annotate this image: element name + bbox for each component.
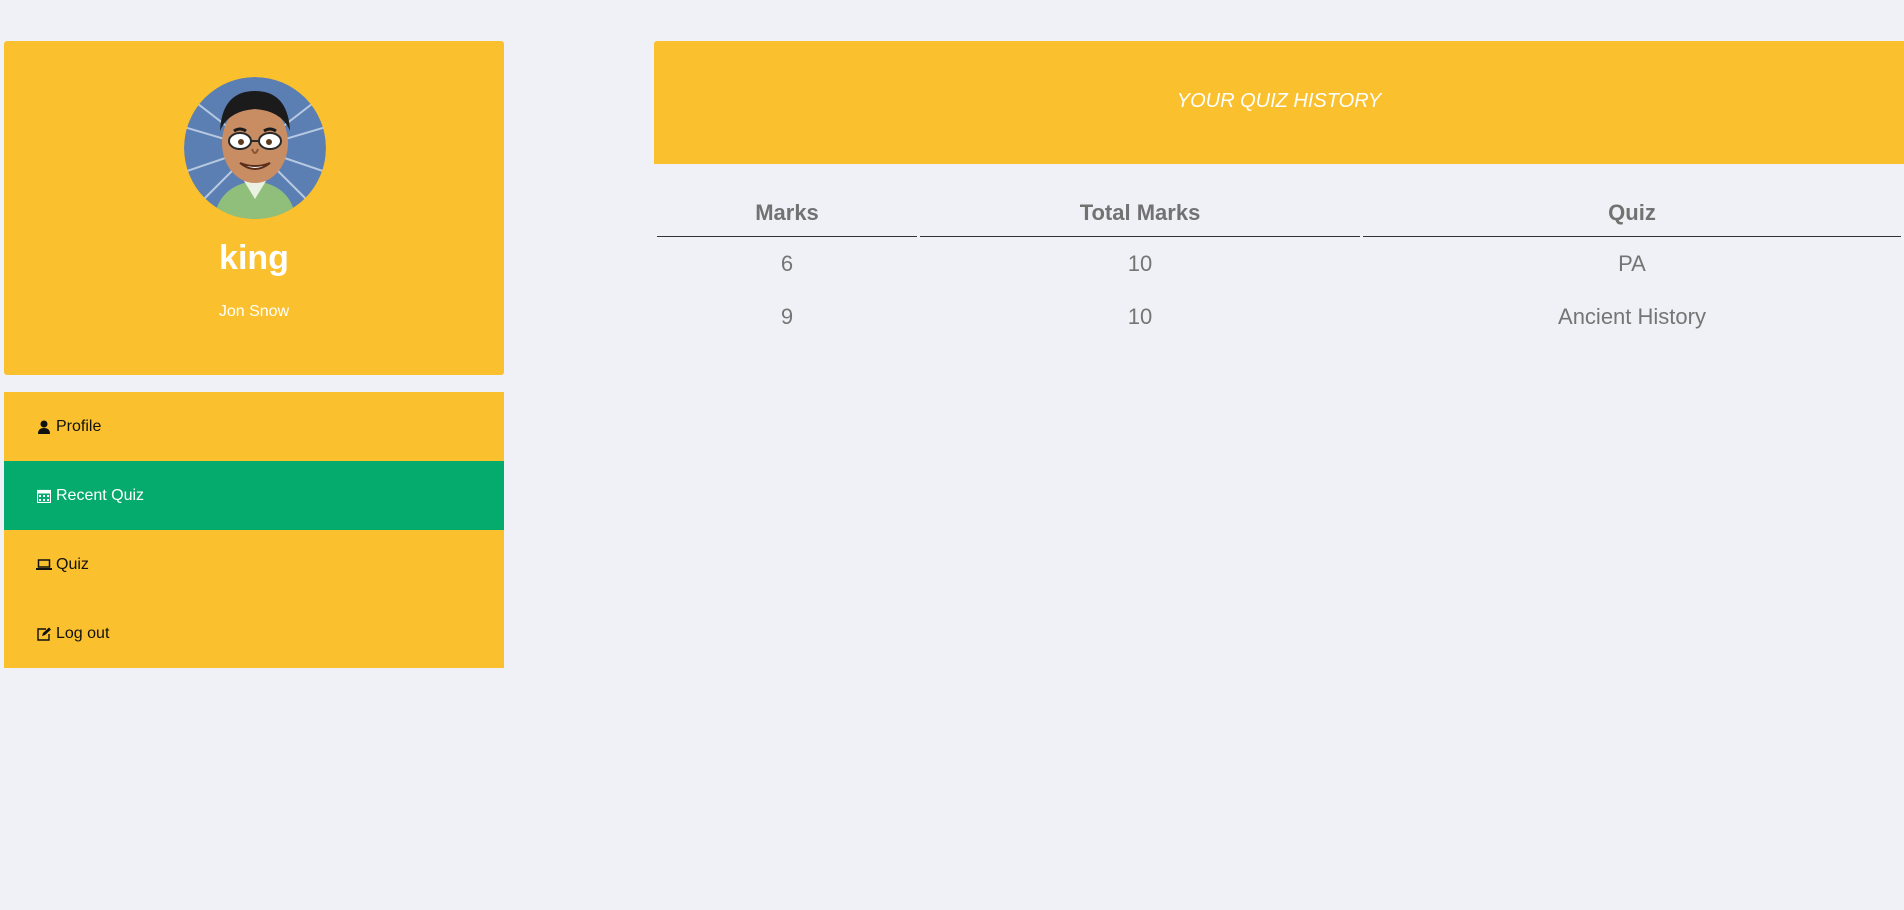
calendar-icon <box>36 488 52 504</box>
sidebar-menu: Profile Recent Quiz Quiz Log out <box>4 392 504 668</box>
laptop-icon <box>36 557 52 573</box>
profile-card: king Jon Snow <box>4 41 504 375</box>
cell-marks: 6 <box>780 250 794 276</box>
sidebar-item-label: Quiz <box>56 555 89 573</box>
sidebar-item-label: Profile <box>56 417 102 435</box>
quiz-history-header: YOUR QUIZ HISTORY <box>654 41 1904 164</box>
table-header-row: Marks Total Marks Quiz <box>657 190 1901 237</box>
table-row: 9 10 Ancient History <box>657 290 1901 343</box>
sidebar-item-label: Recent Quiz <box>56 486 145 504</box>
table-row: 6 10 PA <box>657 237 1901 290</box>
user-icon <box>36 419 52 435</box>
cell-total-marks: 10 <box>1127 303 1153 329</box>
full-name: Jon Snow <box>218 303 290 320</box>
sidebar-item-label: Log out <box>56 624 110 642</box>
column-header-marks: Marks <box>657 190 917 237</box>
cell-marks: 9 <box>780 303 794 329</box>
page-title: YOUR QUIZ HISTORY <box>1176 90 1382 112</box>
cartoon-avatar-icon <box>184 77 326 219</box>
avatar <box>184 77 326 219</box>
sidebar-item-logout[interactable]: Log out <box>4 599 504 668</box>
username: king <box>219 239 289 277</box>
sidebar-item-quiz[interactable]: Quiz <box>4 530 504 599</box>
cell-quiz: Ancient History <box>1558 303 1706 329</box>
sidebar-item-recent-quiz[interactable]: Recent Quiz <box>4 461 504 530</box>
cell-quiz: PA <box>1618 250 1646 276</box>
edit-icon <box>36 626 52 642</box>
cell-total-marks: 10 <box>1127 250 1153 276</box>
column-header-quiz: Quiz <box>1363 190 1901 237</box>
sidebar-item-profile[interactable]: Profile <box>4 392 504 461</box>
quiz-history-table: Marks Total Marks Quiz 6 10 PA 9 10 Anci… <box>654 190 1904 343</box>
column-header-total-marks: Total Marks <box>920 190 1360 237</box>
